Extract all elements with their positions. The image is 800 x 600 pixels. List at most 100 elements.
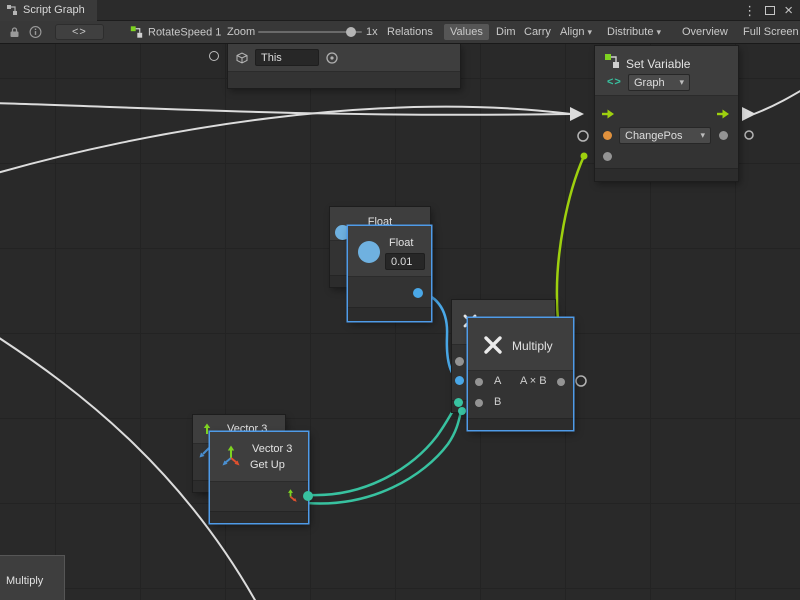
node-set-variable[interactable]: Set Variable <> Graph ▾ ChangePo: [595, 46, 738, 181]
multiply-corner-title: Multiply: [6, 575, 43, 587]
port-multiply-result[interactable]: [557, 378, 565, 386]
port-float-output[interactable]: [413, 288, 423, 298]
graph-reference-button[interactable]: RotateSpeed 1: [130, 26, 221, 39]
set-variable-header: Set Variable <> Graph ▾: [595, 46, 738, 95]
values-button[interactable]: Values: [444, 24, 489, 40]
flow-out-arrow-icon[interactable]: [716, 108, 730, 120]
full-screen-button[interactable]: Full Screen: [743, 26, 799, 38]
tab-title: Script Graph: [23, 4, 85, 16]
node-multiply[interactable]: Multiply A A × B B: [468, 318, 573, 430]
port-multiply-back-b[interactable]: [454, 398, 463, 407]
node-multiply-corner[interactable]: Multiply: [0, 556, 64, 600]
chevron-down-icon: ▾: [656, 27, 661, 37]
chevron-down-icon: ▾: [700, 130, 705, 141]
variable-kind-value: Graph: [634, 77, 665, 89]
close-icon[interactable]: ×: [784, 3, 793, 18]
port-multiply-result-outer[interactable]: [576, 376, 586, 386]
wire-green-endpoint: [581, 153, 588, 160]
chevron-down-icon: ▾: [587, 27, 592, 37]
graph-kind-icon: <>: [607, 76, 622, 88]
zoom-slider-handle[interactable]: [346, 27, 356, 37]
port-multiply-back-top[interactable]: [455, 357, 464, 366]
float-header: Float: [348, 226, 431, 276]
vector3-footer: [210, 511, 308, 523]
chevron-down-icon: ▾: [679, 77, 684, 88]
port-setvariable-right-outer[interactable]: [745, 131, 753, 139]
float-value-input[interactable]: [385, 253, 425, 270]
info-icon[interactable]: [29, 26, 42, 39]
carry-button[interactable]: Carry: [524, 26, 551, 38]
port-setvariable-left-outer[interactable]: [578, 131, 588, 141]
script-graph-icon: [6, 4, 18, 16]
port-multiply-back-b2[interactable]: [458, 407, 466, 415]
distribute-button[interactable]: Distribute▾: [607, 26, 661, 38]
zoom-slider[interactable]: [258, 27, 362, 37]
overview-button[interactable]: Overview: [682, 26, 728, 38]
node-vector3-get-up[interactable]: Vector 3 Get Up: [210, 432, 308, 523]
node-this[interactable]: This: [228, 44, 460, 88]
window-controls: ⋮ ×: [743, 3, 800, 18]
maximize-icon[interactable]: [765, 6, 775, 15]
this-object-field[interactable]: This: [255, 49, 319, 66]
vector3-title: Vector 3: [252, 443, 292, 455]
variable-kind-dropdown[interactable]: Graph ▾: [628, 74, 690, 91]
port-multiply-b[interactable]: [475, 399, 483, 407]
graph-toolbar: <> RotateSpeed 1 Zoom 1x Relations Value…: [0, 21, 800, 44]
set-variable-title: Set Variable: [626, 57, 690, 71]
multiply-result-label: A × B: [520, 375, 547, 387]
multiply-body: A A × B B: [468, 370, 573, 418]
vector3-icon: [220, 445, 242, 467]
wire-teal-vector-to-multiply-2: [306, 411, 461, 504]
flow-in-arrow-icon[interactable]: [601, 108, 615, 120]
multiply-footer: [468, 418, 573, 430]
node-float[interactable]: Float: [348, 226, 431, 321]
variable-icon: [604, 53, 620, 69]
variable-name-dropdown[interactable]: ChangePos ▾: [619, 127, 711, 144]
code-button[interactable]: <>: [55, 24, 104, 40]
axis-mini-icon: [284, 489, 297, 502]
vector3-subtitle: Get Up: [250, 459, 285, 471]
zoom-label: Zoom: [227, 26, 255, 38]
unity-visual-scripting-window: Script Graph ⋮ × <> RotateSpeed 1 Zo: [0, 0, 800, 600]
flow-arrow-into-setvariable[interactable]: [570, 107, 584, 121]
zoom-value: 1x: [366, 26, 378, 38]
wire-white-left-upper: [0, 103, 571, 115]
wire-green-multiply-to-setvariable: [557, 156, 584, 336]
variable-name-value: ChangePos: [625, 130, 683, 142]
multiply-icon: [482, 334, 504, 356]
multiply-corner-header: Multiply: [0, 556, 64, 600]
graph-name: RotateSpeed 1: [148, 26, 221, 38]
multiply-title: Multiply: [512, 339, 553, 353]
menu-icon[interactable]: ⋮: [743, 4, 756, 17]
multiply-header: Multiply: [468, 318, 573, 370]
multiply-port-b-label: B: [494, 396, 501, 408]
port-setvariable-value-input[interactable]: [603, 152, 612, 161]
port-vector3-output[interactable]: [303, 491, 313, 501]
titlebar: Script Graph ⋮ ×: [0, 0, 800, 21]
float-title: Float: [389, 237, 413, 249]
port-variable-name[interactable]: [603, 131, 612, 140]
relations-button[interactable]: Relations: [387, 26, 433, 38]
set-variable-footer: [595, 168, 738, 181]
wire-white-right: [754, 84, 800, 114]
dim-button[interactable]: Dim: [496, 26, 516, 38]
port-this-left[interactable]: [209, 51, 219, 61]
lock-icon[interactable]: [8, 26, 20, 39]
vector3-body: [210, 481, 308, 511]
align-button[interactable]: Align▾: [560, 26, 592, 38]
this-body: [228, 71, 460, 88]
port-setvariable-output[interactable]: [719, 131, 728, 140]
multiply-port-a-label: A: [494, 375, 501, 387]
cube-icon: [235, 51, 249, 65]
vector3-header: Vector 3 Get Up: [210, 432, 308, 481]
port-multiply-back-a[interactable]: [455, 376, 464, 385]
port-multiply-a[interactable]: [475, 378, 483, 386]
flow-arrow-out-of-setvariable[interactable]: [742, 107, 756, 121]
set-variable-body: ChangePos ▾: [595, 95, 738, 168]
float-footer: [348, 307, 431, 321]
tab-script-graph[interactable]: Script Graph: [0, 0, 97, 21]
graph-icon: [130, 26, 143, 39]
object-picker-icon[interactable]: [325, 51, 339, 65]
graph-canvas[interactable]: This Set Variable <> Graph: [0, 44, 800, 600]
float-body: [348, 276, 431, 307]
